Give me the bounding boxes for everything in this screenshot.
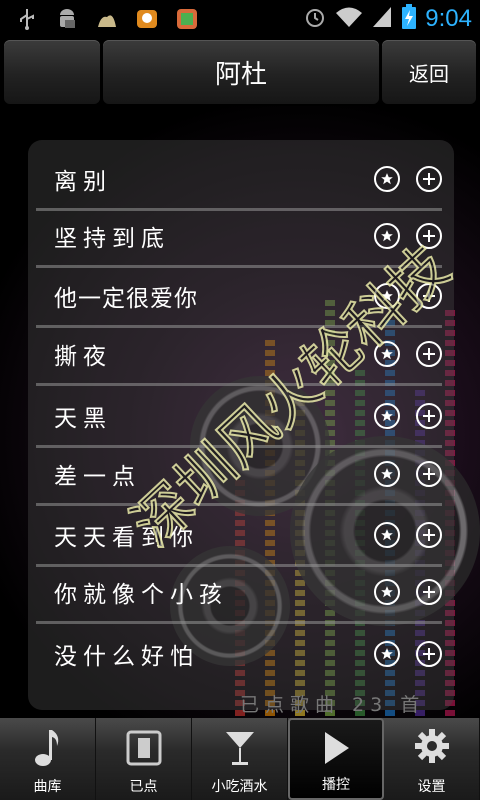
selected-song-count: 已点歌曲 23 首 (240, 694, 426, 716)
add-plus-icon[interactable] (416, 641, 442, 667)
play-icon (321, 730, 351, 770)
tab-label: 播控 (322, 777, 350, 793)
song-row[interactable]: 差一点 (36, 445, 442, 506)
song-row[interactable]: 天天看到你 (36, 506, 442, 567)
app-icon (174, 6, 200, 32)
back-button-label: 返回 (409, 61, 449, 86)
song-row[interactable]: 他一定很爱你 (36, 267, 442, 328)
tab-library[interactable]: 曲库 (0, 718, 96, 800)
song-title: 你就像个小孩 (54, 582, 228, 608)
favorite-star-icon[interactable] (374, 579, 400, 605)
playlist-icon (124, 728, 164, 772)
tab-label: 设置 (417, 779, 446, 795)
add-plus-icon[interactable] (416, 461, 442, 487)
song-row[interactable]: 离别 (36, 150, 442, 211)
battery-charging-icon (401, 4, 417, 34)
add-plus-icon[interactable] (416, 283, 442, 309)
tab-settings[interactable]: 设置 (384, 718, 480, 800)
favorite-star-icon[interactable] (374, 166, 400, 192)
song-row[interactable]: 撕夜 (36, 325, 442, 386)
song-row[interactable]: 坚持到底 (36, 207, 442, 268)
back-button[interactable]: 返回 (382, 40, 476, 104)
favorite-star-icon[interactable] (374, 641, 400, 667)
favorite-star-icon[interactable] (374, 223, 400, 249)
favorite-star-icon[interactable] (374, 341, 400, 367)
favorite-star-icon[interactable] (374, 403, 400, 429)
song-row[interactable]: 没什么好怕 (36, 625, 442, 683)
status-bar: 9:04 (0, 0, 480, 38)
notification-icons (14, 6, 200, 32)
add-plus-icon[interactable] (416, 341, 442, 367)
song-title: 天黑 (54, 406, 112, 432)
android-icon (54, 6, 80, 32)
music-note-icon (33, 728, 63, 772)
song-row[interactable]: 天黑 (36, 387, 442, 448)
signal-icon (371, 5, 393, 33)
add-plus-icon[interactable] (416, 579, 442, 605)
song-title: 天天看到你 (54, 525, 199, 551)
tab-label: 已点 (129, 779, 158, 795)
favorite-star-icon[interactable] (374, 283, 400, 309)
gear-icon (414, 728, 450, 768)
tab-playback-control[interactable]: 播控 (288, 718, 384, 800)
song-list-area[interactable]: 离别 坚持到底 他一定很爱你 撕夜 天黑 差一点 天天看到你 你就像个小孩 没什 (0, 106, 480, 718)
title-box: 阿杜 (103, 40, 379, 104)
add-plus-icon[interactable] (416, 522, 442, 548)
song-title: 他一定很爱你 (54, 286, 198, 312)
song-title: 坚持到底 (54, 226, 170, 252)
add-plus-icon[interactable] (416, 403, 442, 429)
song-row[interactable]: 你就像个小孩 (36, 563, 442, 624)
tab-snacks-drinks[interactable]: 小吃酒水 (192, 718, 288, 800)
bottom-tab-bar: 曲库 已点 小吃酒水 播控 设置 (0, 718, 480, 800)
song-title: 没什么好怕 (54, 644, 199, 670)
title-bar-left-slot (4, 40, 100, 104)
favorite-star-icon[interactable] (374, 461, 400, 487)
cocktail-icon (224, 728, 256, 772)
clock: 9:04 (425, 5, 472, 32)
title-bar: 阿杜 返回 (0, 38, 480, 106)
alarm-icon (303, 5, 327, 33)
song-title: 差一点 (54, 464, 141, 490)
song-title: 撕夜 (54, 344, 112, 370)
usb-icon (14, 6, 40, 32)
add-plus-icon[interactable] (416, 223, 442, 249)
song-title: 离别 (54, 169, 112, 195)
tab-selected[interactable]: 已点 (96, 718, 192, 800)
chat-icon (134, 6, 160, 32)
page-title: 阿杜 (214, 59, 267, 90)
tab-label: 曲库 (33, 779, 62, 795)
notification-icon (94, 6, 120, 32)
add-plus-icon[interactable] (416, 166, 442, 192)
system-icons: 9:04 (303, 4, 472, 34)
tab-label: 小吃酒水 (211, 779, 268, 795)
wifi-icon (335, 5, 363, 33)
favorite-star-icon[interactable] (374, 522, 400, 548)
